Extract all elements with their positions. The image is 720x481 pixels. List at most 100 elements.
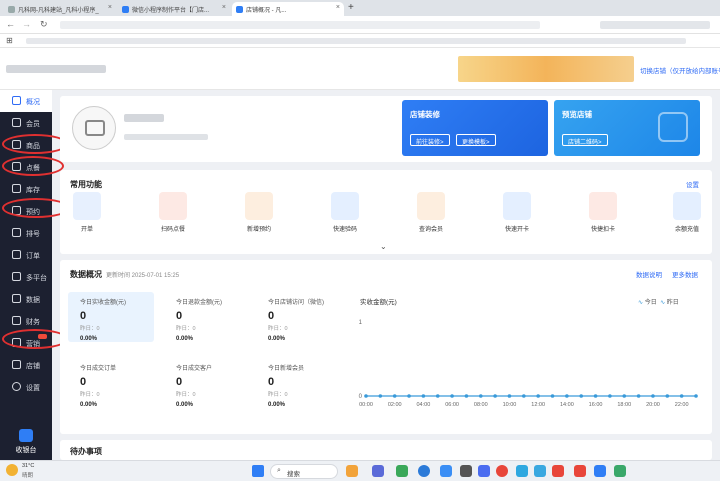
app-icon[interactable] [372, 465, 384, 477]
section-title: 待办事项 [70, 447, 102, 456]
app-icon[interactable] [460, 465, 472, 477]
data-point [622, 394, 627, 398]
app-icon[interactable] [534, 465, 546, 477]
reload-icon[interactable]: ↻ [40, 19, 48, 30]
overview-icon [12, 96, 21, 105]
bookmark-items[interactable] [26, 38, 686, 44]
function-verify-code[interactable]: 快速验码 [320, 192, 370, 233]
x-tick-label: 04:00 [417, 402, 431, 408]
order-icon [12, 250, 21, 259]
sidebar-item-inventory[interactable]: 库存 [0, 178, 52, 200]
expand-chevron-icon[interactable]: ⌄ [380, 242, 387, 251]
sidebar-item-data[interactable]: 数据 [0, 288, 52, 310]
function-recharge[interactable]: 余额充值 [662, 192, 712, 233]
x-tick-label: 18:00 [617, 402, 631, 408]
store-info-card: 店铺装修 前往装修> 更换模板> 预览店铺 店铺二维码> [60, 96, 712, 162]
function-new-booking[interactable]: 新增预约 [234, 192, 284, 233]
switch-store-link[interactable]: 切换店铺（仅开放给内部账号） [640, 65, 720, 75]
browser-extensions[interactable] [600, 21, 710, 29]
sidebar-item-members[interactable]: 会员 [0, 112, 52, 134]
browser-tab-active[interactable]: 店铺概况 - 凡... × [232, 2, 344, 16]
app-icon[interactable] [478, 465, 490, 477]
browser-tab[interactable]: 凡科网-凡科建站_凡科小程序_ × [4, 2, 116, 16]
sidebar-item-store[interactable]: 店铺 [0, 354, 52, 376]
metric-item[interactable]: 今日退款金额(元) 0 昨日：0 0.00% [176, 297, 266, 342]
data-point [364, 394, 368, 398]
function-scan-order[interactable]: 扫码点餐 [148, 192, 198, 233]
member-icon [12, 118, 21, 127]
new-tab-button[interactable]: + [348, 2, 354, 13]
settings-link[interactable]: 设置 [686, 179, 699, 189]
store-qrcode-button[interactable]: 店铺二维码> [562, 134, 608, 146]
back-icon[interactable]: ← [6, 19, 15, 29]
store-id [124, 134, 208, 140]
function-deduct-card[interactable]: 快捷扣卡 [578, 192, 628, 233]
chrome-icon[interactable] [496, 465, 508, 477]
store-icon [85, 120, 105, 136]
function-open-card[interactable]: 快速开卡 [492, 192, 542, 233]
metric-item[interactable]: 今日成交订单 0 昨日：0 0.00% [80, 363, 170, 408]
data-point [536, 394, 540, 398]
metric-item[interactable]: 今日店铺访问（微信) 0 昨日：0 0.00% [268, 297, 358, 342]
metric-item[interactable]: 今日实收金额(元) 0 昨日：0 0.00% [80, 297, 170, 342]
deduct-card-icon [589, 192, 617, 220]
metric-item[interactable]: 今日成交客户 0 昨日：0 0.00% [176, 363, 266, 408]
data-point [651, 394, 655, 398]
app-icon[interactable] [516, 465, 528, 477]
sidebar-item-overview[interactable]: 概况 [0, 90, 52, 112]
section-title: 数据概况 [70, 270, 102, 279]
cashier-button[interactable]: 收银台 [0, 423, 52, 460]
data-overview-card: 数据概况 更新时间 2025-07-01 15:25 数据说明 更多数据 今日实… [60, 260, 712, 434]
tab-close-icon[interactable]: × [108, 4, 112, 11]
tab-close-icon[interactable]: × [222, 4, 226, 11]
change-template-button[interactable]: 更换模板> [456, 134, 496, 146]
data-point [579, 394, 584, 398]
booking-add-icon [245, 192, 273, 220]
data-point [464, 394, 469, 398]
windows-start-icon[interactable] [252, 465, 264, 477]
card-icon [503, 192, 531, 220]
tab-close-icon[interactable]: × [336, 4, 340, 11]
logo [6, 65, 106, 73]
todo-card: 待办事项 [60, 440, 712, 460]
x-tick-label: 06:00 [445, 402, 459, 408]
weather-icon [6, 464, 18, 476]
x-tick-label: 02:00 [388, 402, 402, 408]
go-decorate-button[interactable]: 前往装修> [410, 134, 450, 146]
data-point [679, 394, 684, 398]
app-icon[interactable] [396, 465, 408, 477]
url-input[interactable] [60, 21, 540, 29]
data-point [435, 394, 440, 398]
apps-grid-icon[interactable]: ⊞ [6, 36, 13, 45]
edge-icon[interactable] [418, 465, 430, 477]
more-data-link[interactable]: 更多数据 [672, 269, 698, 279]
app-icon[interactable] [574, 465, 586, 477]
metric-item[interactable]: 今日新增会员 0 昨日：0 0.00% [268, 363, 358, 408]
app-icon[interactable] [594, 465, 606, 477]
decorate-store-card: 店铺装修 前往装修> 更换模板> [402, 100, 548, 156]
data-point [450, 394, 454, 398]
scan-order-icon [159, 192, 187, 220]
data-help-link[interactable]: 数据说明 [636, 269, 662, 279]
browser-tab-bar: 凡科网-凡科建站_凡科小程序_ × 微信小程序制作平台【门店... × 店铺概况… [0, 0, 720, 16]
common-functions-card: 常用功能 设置 开单 扫码点餐 新增预约 快速验码 查询会员 快速开卡 快捷扣卡… [60, 170, 712, 254]
forward-icon[interactable]: → [22, 19, 31, 29]
app-icon[interactable] [346, 465, 358, 477]
browser-tab[interactable]: 微信小程序制作平台【门店... × [118, 2, 230, 16]
settings-icon [12, 382, 21, 391]
sidebar-item-multiplatform[interactable]: 多平台 [0, 266, 52, 288]
sidebar-item-orders[interactable]: 订单 [0, 244, 52, 266]
data-point [392, 394, 397, 398]
promo-banner[interactable] [458, 56, 634, 82]
sidebar-item-settings[interactable]: 设置 [0, 376, 52, 398]
wps-icon[interactable] [552, 465, 564, 477]
function-query-member[interactable]: 查询会员 [406, 192, 456, 233]
address-bar-row: ← → ↻ [0, 16, 720, 34]
function-open-order[interactable]: 开单 [62, 192, 112, 233]
data-point [522, 394, 526, 398]
app-icon[interactable] [614, 465, 626, 477]
taskbar-search[interactable]: ⌕ 搜索 [270, 464, 338, 479]
app-icon[interactable] [440, 465, 452, 477]
sidebar-item-queue[interactable]: 排号 [0, 222, 52, 244]
data-point [636, 394, 641, 398]
